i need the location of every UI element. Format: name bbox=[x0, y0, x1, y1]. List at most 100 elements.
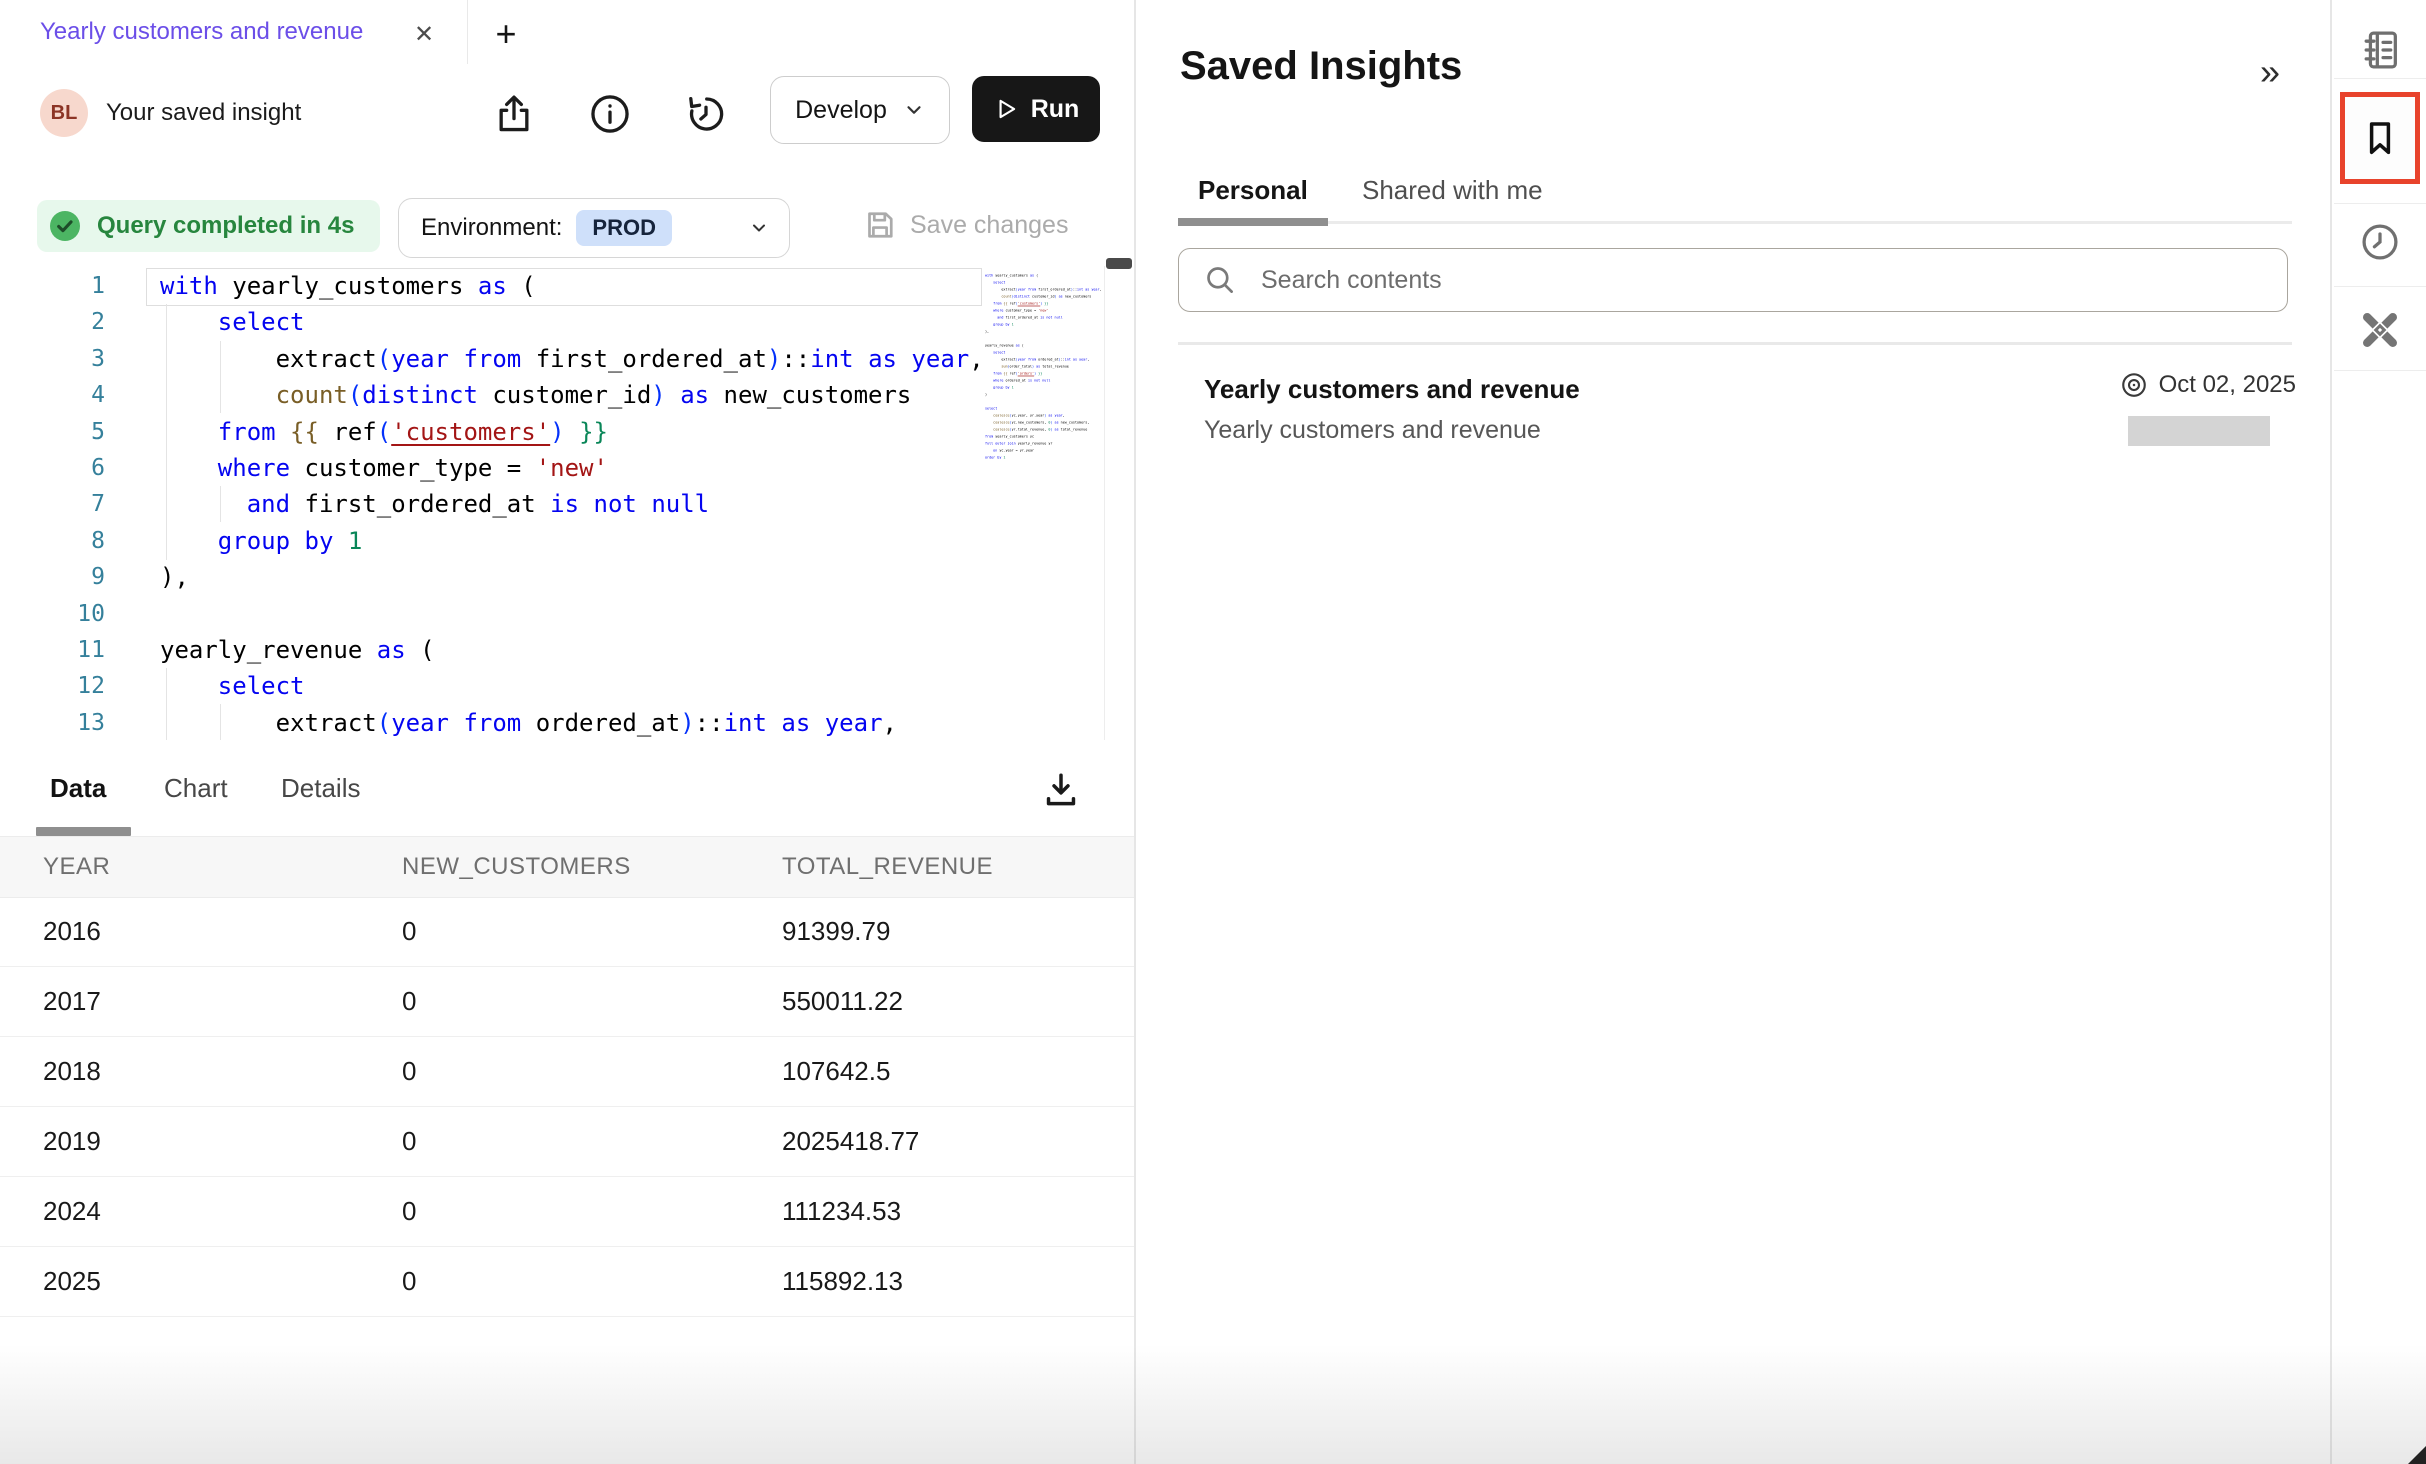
download-button[interactable] bbox=[1038, 766, 1084, 812]
tab-details[interactable]: Details bbox=[281, 740, 360, 836]
table-cell: 2018 bbox=[43, 1037, 101, 1106]
active-tab-underline bbox=[36, 827, 131, 836]
table-cell: 550011.22 bbox=[782, 967, 903, 1036]
minimap-line: order by 1 bbox=[985, 454, 1105, 461]
table-cell: 0 bbox=[402, 1177, 416, 1246]
line-number: 11 bbox=[0, 632, 105, 668]
search-icon bbox=[1203, 263, 1237, 297]
environment-label: Environment: bbox=[421, 214, 562, 242]
query-status-text: Query completed in 4s bbox=[97, 212, 354, 240]
lineage-rail-button[interactable] bbox=[2334, 300, 2426, 360]
minimap-line: extract(year from ordered_at)::int as ye… bbox=[985, 356, 1105, 363]
tab-title[interactable]: Yearly customers and revenue bbox=[40, 18, 363, 46]
tab-chart[interactable]: Chart bbox=[164, 740, 228, 836]
tab-personal[interactable]: Personal bbox=[1198, 158, 1308, 222]
share-button[interactable] bbox=[490, 90, 538, 138]
minimap-line: ) bbox=[985, 391, 1105, 398]
history-icon bbox=[684, 92, 728, 136]
minimap-line: select bbox=[985, 349, 1105, 356]
table-cell: 0 bbox=[402, 967, 416, 1036]
table-cell: 2016 bbox=[43, 897, 101, 966]
minimap-line: select bbox=[985, 279, 1105, 286]
run-button[interactable]: Run bbox=[972, 76, 1100, 142]
tab-yearly-customers[interactable]: Yearly customers and revenue bbox=[0, 0, 468, 64]
minimap-line: coalesce(yr.total_revenue, 0) as total_r… bbox=[985, 426, 1105, 433]
code-line bbox=[160, 596, 982, 632]
minimap-line: sum(order_total) as total_revenue bbox=[985, 363, 1105, 370]
info-button[interactable] bbox=[586, 90, 634, 138]
history-button[interactable] bbox=[682, 90, 730, 138]
code-line: count(distinct customer_id) as new_custo… bbox=[160, 377, 982, 413]
share-icon bbox=[492, 92, 536, 136]
line-number: 7 bbox=[0, 486, 105, 522]
results-tab-bar: Data Chart Details bbox=[0, 740, 1134, 836]
minimap-line: full outer join yearly_revenue yr bbox=[985, 440, 1105, 447]
panel-divider bbox=[2330, 0, 2332, 1464]
save-changes-button[interactable]: Save changes bbox=[862, 184, 1068, 266]
save-changes-label: Save changes bbox=[910, 211, 1068, 240]
minimap-line: where ordered_at is not null bbox=[985, 377, 1105, 384]
minimap-line bbox=[985, 335, 1105, 342]
line-number: 1 bbox=[0, 268, 105, 304]
divider bbox=[1178, 342, 2292, 345]
column-header-year: YEAR bbox=[43, 837, 110, 897]
table-cell: 2024 bbox=[43, 1177, 101, 1246]
line-number: 2 bbox=[0, 304, 105, 340]
minimap-line: coalesce(yc.year, yr.year) as year, bbox=[985, 412, 1105, 419]
rail-divider bbox=[2334, 203, 2426, 204]
develop-dropdown[interactable]: Develop bbox=[770, 76, 950, 144]
minimap-line: from {{ ref('orders') }} bbox=[985, 370, 1105, 377]
saved-insights-panel: Saved Insights » Personal Shared with me… bbox=[1136, 0, 2330, 1464]
column-header-total-revenue: TOTAL_REVENUE bbox=[782, 837, 993, 897]
table-cell: 2025418.77 bbox=[782, 1107, 919, 1176]
minimap-line: select bbox=[985, 405, 1105, 412]
notebook-icon bbox=[2357, 27, 2403, 73]
history-rail-button[interactable] bbox=[2334, 214, 2426, 270]
collapse-panel-icon[interactable]: » bbox=[2246, 48, 2294, 96]
code-line: from {{ ref('customers') }} bbox=[160, 414, 982, 450]
table-cell: 111234.53 bbox=[782, 1177, 901, 1246]
table-cell: 0 bbox=[402, 1247, 416, 1316]
code-content: with yearly_customers as ( select extrac… bbox=[160, 268, 982, 741]
lineage-icon bbox=[2356, 306, 2404, 354]
minimap[interactable]: with yearly_customers as ( select extrac… bbox=[985, 272, 1105, 461]
tab-data[interactable]: Data bbox=[50, 740, 106, 836]
table-cell: 107642.5 bbox=[782, 1037, 890, 1106]
saved-insights-button-active[interactable] bbox=[2340, 92, 2420, 184]
insight-title: Your saved insight bbox=[106, 89, 301, 137]
tab-bar: Yearly customers and revenue ✕ + bbox=[0, 0, 1134, 65]
code-line: extract(year from first_ordered_at)::int… bbox=[160, 341, 982, 377]
new-tab-button[interactable]: + bbox=[486, 14, 526, 54]
notebook-button[interactable] bbox=[2334, 22, 2426, 78]
environment-dropdown[interactable]: Environment: PROD bbox=[398, 198, 790, 258]
panel-title: Saved Insights bbox=[1180, 44, 1462, 89]
minimap-line: with yearly_customers as ( bbox=[985, 272, 1105, 279]
line-number: 6 bbox=[0, 450, 105, 486]
saved-insight-list-item[interactable]: Yearly customers and revenue Oct 02, 202… bbox=[1166, 360, 2300, 472]
tool-rail bbox=[2334, 0, 2426, 1464]
clock-icon bbox=[2357, 219, 2403, 265]
search-box bbox=[1178, 248, 2288, 312]
editor-scrollbar-handle[interactable] bbox=[1106, 258, 1132, 269]
tab-shared-with-me[interactable]: Shared with me bbox=[1362, 158, 1543, 222]
code-line: select bbox=[160, 668, 982, 704]
active-tab-underline bbox=[1178, 218, 1328, 226]
line-number-gutter: 12345678910111213 bbox=[0, 268, 105, 741]
table-cell: 115892.13 bbox=[782, 1247, 903, 1316]
chevron-down-icon bbox=[749, 218, 769, 238]
minimap-line: group by 1 bbox=[985, 384, 1105, 391]
column-header-new-customers: NEW_CUSTOMERS bbox=[402, 837, 631, 897]
check-circle-icon bbox=[47, 208, 83, 244]
rail-divider bbox=[2334, 78, 2426, 79]
sql-code-editor[interactable]: 12345678910111213 with yearly_customers … bbox=[0, 266, 1134, 741]
table-header: YEAR NEW_CUSTOMERS TOTAL_REVENUE bbox=[0, 836, 1134, 898]
line-number: 3 bbox=[0, 341, 105, 377]
line-number: 8 bbox=[0, 523, 105, 559]
line-number: 10 bbox=[0, 596, 105, 632]
query-status-badge: Query completed in 4s bbox=[37, 200, 380, 252]
table-cell: 0 bbox=[402, 1107, 416, 1176]
close-icon[interactable]: ✕ bbox=[408, 18, 440, 50]
search-input[interactable] bbox=[1259, 265, 2287, 296]
code-line: where customer_type = 'new' bbox=[160, 450, 982, 486]
rail-divider bbox=[2334, 286, 2426, 287]
